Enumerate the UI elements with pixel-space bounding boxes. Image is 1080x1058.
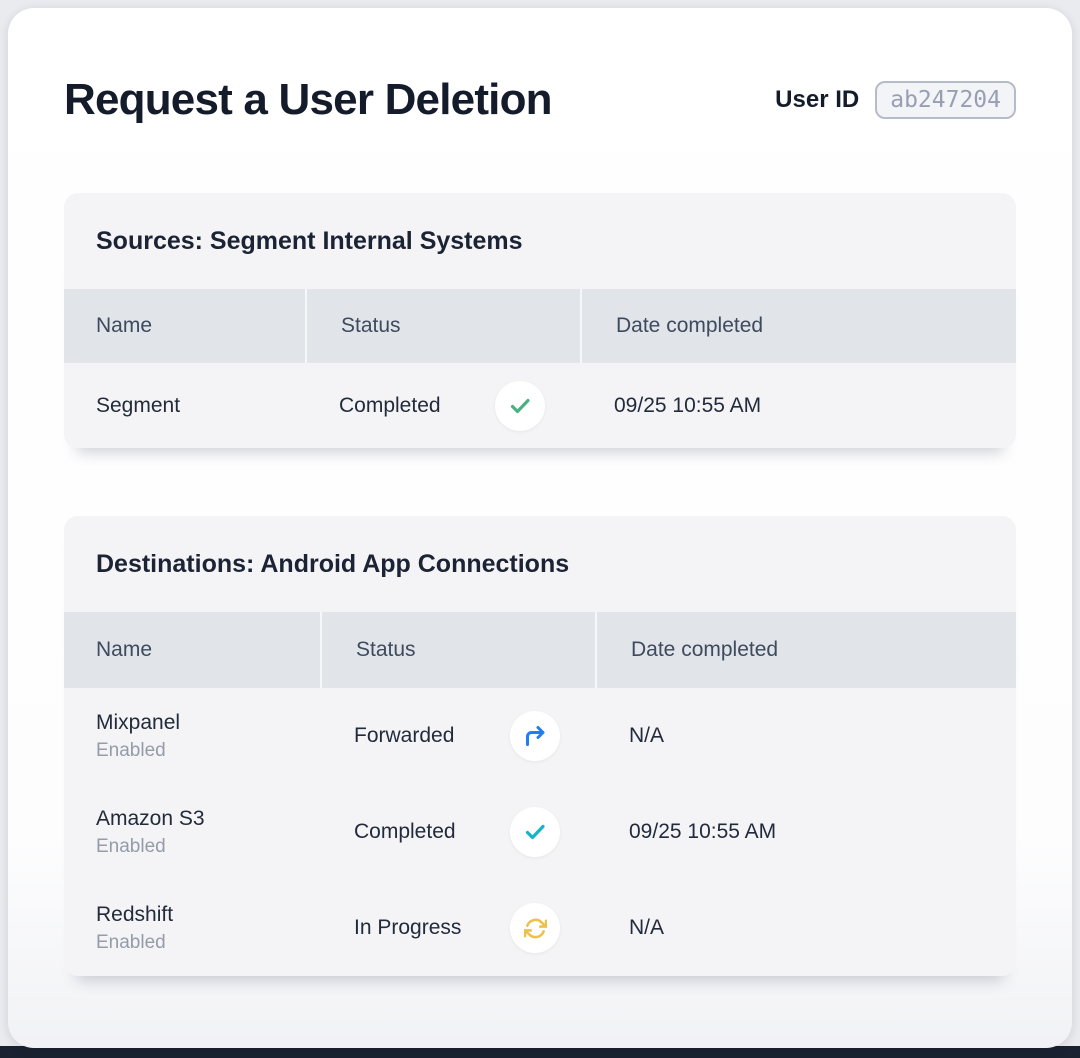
name-cell: Mixpanel Enabled xyxy=(64,710,320,763)
status-icon-circle xyxy=(510,711,560,761)
status-cell: Completed xyxy=(305,381,580,431)
sources-section-title: Sources: Segment Internal Systems xyxy=(64,193,1016,289)
source-name: Segment xyxy=(96,393,305,419)
user-id-group: User ID ab247204 xyxy=(775,81,1016,119)
status-label: Completed xyxy=(339,394,495,418)
destinations-section-title: Destinations: Android App Connections xyxy=(64,516,1016,612)
column-header-status: Status xyxy=(320,612,595,688)
destination-name: Amazon S3 xyxy=(96,806,320,832)
destinations-section: Destinations: Android App Connections Na… xyxy=(64,516,1016,976)
name-cell: Redshift Enabled xyxy=(64,902,320,955)
destination-state: Enabled xyxy=(96,931,320,955)
date-completed-cell: N/A xyxy=(595,916,1016,940)
destination-name: Redshift xyxy=(96,902,320,928)
refresh-icon xyxy=(524,917,547,940)
date-completed-cell: 09/25 10:55 AM xyxy=(580,394,1016,418)
table-row: Amazon S3 Enabled Completed 09/25 10:55 … xyxy=(64,784,1016,880)
status-label: Forwarded xyxy=(354,724,510,748)
status-label: In Progress xyxy=(354,916,510,940)
user-id-label: User ID xyxy=(775,86,859,114)
destination-state: Enabled xyxy=(96,739,320,763)
destination-name: Mixpanel xyxy=(96,710,320,736)
user-id-badge[interactable]: ab247204 xyxy=(875,81,1016,119)
column-header-date: Date completed xyxy=(580,289,1016,363)
sources-table-header: Name Status Date completed xyxy=(64,289,1016,363)
destination-state: Enabled xyxy=(96,835,320,859)
status-icon-circle xyxy=(510,903,560,953)
status-cell: Forwarded xyxy=(320,711,595,761)
table-row: Segment Completed 09/25 10:55 AM xyxy=(64,363,1016,448)
user-deletion-card: Request a User Deletion User ID ab247204… xyxy=(8,8,1072,1048)
status-cell: In Progress xyxy=(320,903,595,953)
status-cell: Completed xyxy=(320,807,595,857)
name-cell: Amazon S3 Enabled xyxy=(64,806,320,859)
page-title: Request a User Deletion xyxy=(64,74,552,125)
column-header-status: Status xyxy=(305,289,580,363)
column-header-name: Name xyxy=(64,289,305,363)
status-icon-circle xyxy=(495,381,545,431)
column-header-name: Name xyxy=(64,612,320,688)
forward-icon xyxy=(523,724,547,748)
table-row: Mixpanel Enabled Forwarded N/A xyxy=(64,688,1016,784)
status-icon-circle xyxy=(510,807,560,857)
check-icon xyxy=(508,394,532,418)
column-header-date: Date completed xyxy=(595,612,1016,688)
table-row: Redshift Enabled In Progress N/A xyxy=(64,880,1016,976)
date-completed-cell: N/A xyxy=(595,724,1016,748)
destinations-table-header: Name Status Date completed xyxy=(64,612,1016,688)
name-cell: Segment xyxy=(64,393,305,419)
page-header: Request a User Deletion User ID ab247204 xyxy=(64,74,1016,125)
check-icon xyxy=(523,820,547,844)
sources-section: Sources: Segment Internal Systems Name S… xyxy=(64,193,1016,448)
date-completed-cell: 09/25 10:55 AM xyxy=(595,820,1016,844)
status-label: Completed xyxy=(354,820,510,844)
